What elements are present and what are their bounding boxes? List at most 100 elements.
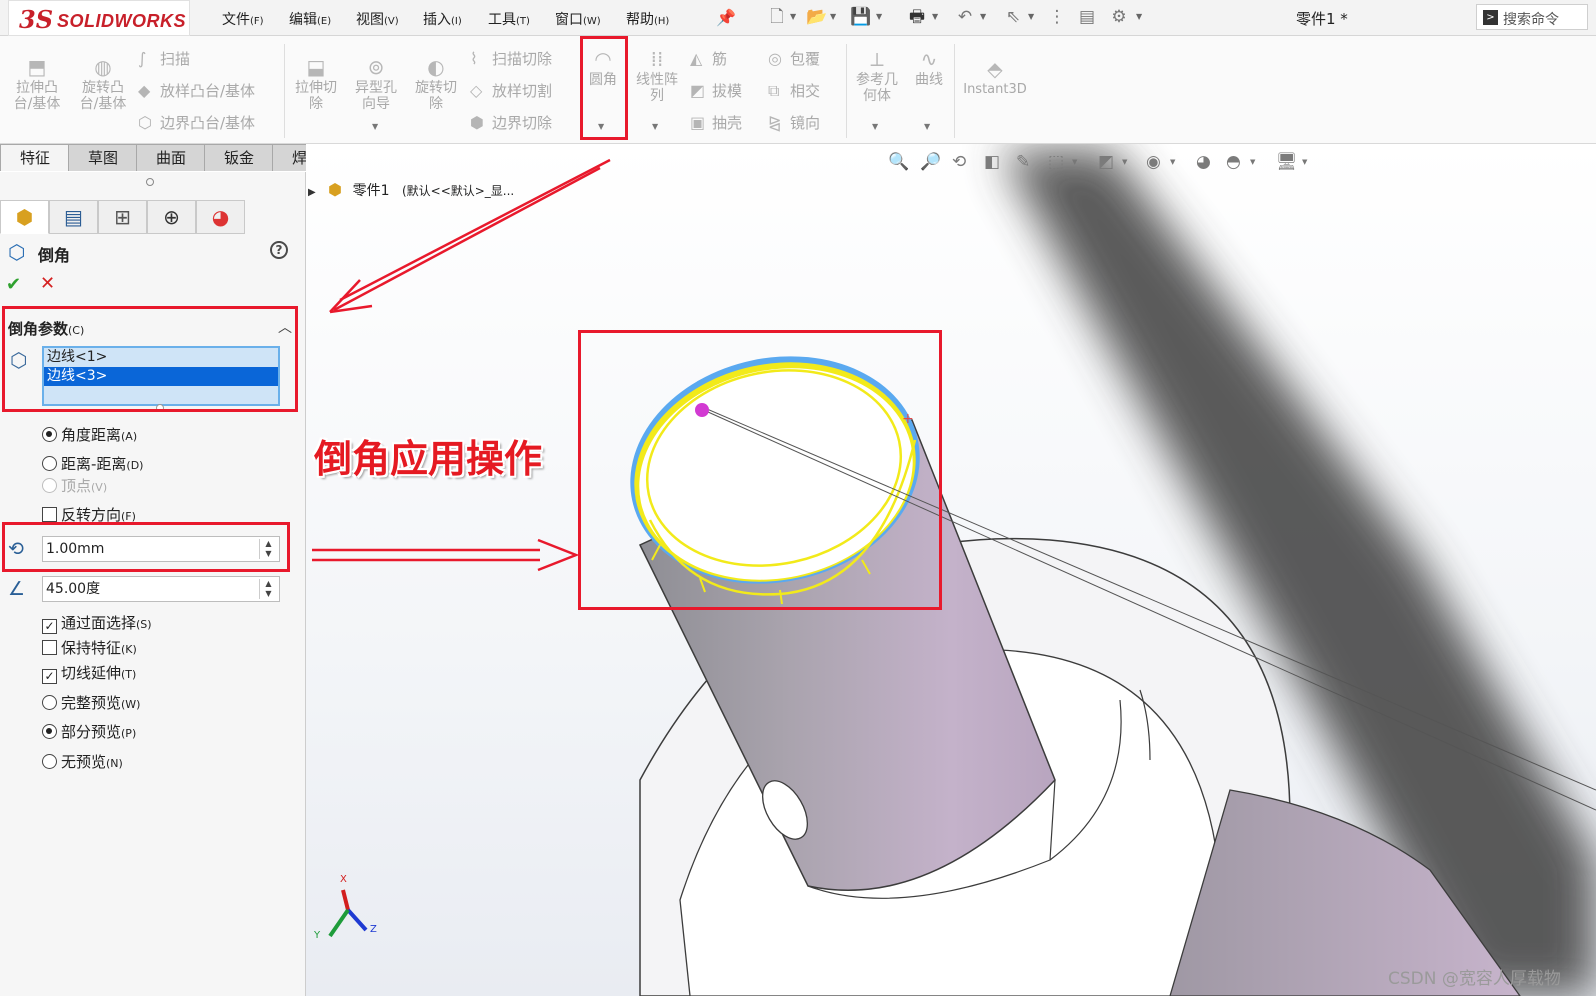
- angle-input[interactable]: 45.00度 ▲ ▼: [42, 576, 280, 602]
- select-pointer-icon[interactable]: ⇖: [1002, 6, 1024, 28]
- angle-spinner[interactable]: ▲ ▼: [259, 579, 277, 599]
- chevron-down-icon[interactable]: ▼: [790, 12, 796, 21]
- distance-spinner[interactable]: ▲ ▼: [259, 539, 277, 559]
- mirror-button[interactable]: ⧎ 镜向: [768, 112, 820, 133]
- edge-selection-list[interactable]: 边线<1> 边线<3>: [42, 346, 280, 406]
- distance-distance-option[interactable]: 距离-距离(D): [42, 453, 143, 474]
- menu-help[interactable]: 帮助(H): [626, 9, 669, 29]
- gear-icon[interactable]: ⚙: [1108, 6, 1130, 28]
- cancel-x-button[interactable]: ✕: [40, 273, 55, 294]
- edit-appearance-icon[interactable]: ◕: [1196, 152, 1211, 172]
- save-icon[interactable]: 💾: [850, 6, 872, 28]
- chevron-down-icon[interactable]: ▼: [1302, 158, 1307, 166]
- pin-icon[interactable]: 📌: [716, 8, 736, 27]
- chevron-down-icon[interactable]: ▼: [876, 12, 882, 21]
- print-icon[interactable]: 🖶: [906, 6, 928, 28]
- revolve-boss-button[interactable]: ◍ 旋转凸台/基体: [74, 56, 132, 112]
- no-preview-option[interactable]: 无预览(N): [42, 751, 123, 772]
- chevron-down-icon[interactable]: ▼: [1170, 158, 1175, 166]
- sweep-button[interactable]: ∫ 扫描: [138, 48, 190, 69]
- extrude-cut-button[interactable]: ⬓ 拉伸切除: [290, 56, 342, 112]
- selection-item-selected[interactable]: 边线<3>: [44, 367, 278, 386]
- menu-edit[interactable]: 编辑(E): [289, 9, 331, 29]
- boundary-cut-button[interactable]: ⬢ 边界切除: [470, 112, 552, 133]
- hole-wizard-button[interactable]: ⊚ 异型孔向导: [350, 56, 402, 112]
- view-orientation-icon[interactable]: ⬚: [1048, 152, 1064, 172]
- partial-preview-option[interactable]: 部分预览(P): [42, 721, 136, 742]
- draft-button[interactable]: ◩ 拔模: [690, 80, 742, 101]
- chevron-up-icon[interactable]: ︿: [278, 317, 292, 337]
- file-properties-icon[interactable]: ▤: [1076, 6, 1098, 28]
- chevron-down-icon[interactable]: ▼: [830, 12, 836, 21]
- menu-tools[interactable]: 工具(T): [488, 9, 530, 29]
- keep-features-checkbox[interactable]: 保持特征(K): [42, 637, 137, 658]
- tab-property-manager[interactable]: ▤: [49, 200, 98, 234]
- tab-feature-manager[interactable]: ⬢: [0, 200, 49, 234]
- ok-check-button[interactable]: ✔: [6, 274, 21, 295]
- hide-show-items-icon[interactable]: ◉: [1146, 152, 1161, 172]
- distance-input[interactable]: 1.00mm ▲ ▼: [42, 536, 280, 562]
- tab-configuration-manager[interactable]: ⊞: [98, 200, 147, 234]
- chamfer-parameters-header[interactable]: 倒角参数(C): [8, 318, 84, 339]
- apply-scene-icon[interactable]: ◓: [1226, 152, 1241, 172]
- fillet-dropdown-icon[interactable]: ▼: [598, 122, 604, 131]
- open-folder-icon[interactable]: 📂: [806, 6, 828, 28]
- boundary-boss-button[interactable]: ⬡ 边界凸台/基体: [138, 112, 255, 133]
- shell-button[interactable]: ▣ 抽壳: [690, 112, 742, 133]
- radio-checked[interactable]: [42, 724, 57, 739]
- linear-pattern-button[interactable]: ⁞⁞ 线性阵列: [632, 48, 682, 104]
- zoom-to-fit-icon[interactable]: 🔍: [888, 152, 909, 172]
- chamfer-handle[interactable]: [695, 403, 709, 417]
- angle-distance-option[interactable]: 角度距离(A): [42, 424, 137, 445]
- display-style-icon[interactable]: ◩: [1098, 152, 1114, 172]
- menu-window[interactable]: 窗口(W): [555, 9, 601, 29]
- tab-dimxpert[interactable]: ⊕: [147, 200, 196, 234]
- chevron-down-icon[interactable]: ▼: [372, 122, 378, 131]
- revolve-cut-button[interactable]: ◐ 旋转切除: [410, 56, 462, 112]
- chevron-down-icon[interactable]: ▼: [872, 122, 878, 131]
- tab-surfaces[interactable]: 曲面: [136, 144, 206, 171]
- help-icon[interactable]: ?: [270, 241, 288, 259]
- checkbox-unchecked[interactable]: [42, 640, 57, 655]
- tangent-propagation-checkbox[interactable]: ✓ 切线延伸(T): [42, 662, 136, 684]
- undo-icon[interactable]: ↶: [954, 6, 976, 28]
- checkbox-unchecked[interactable]: [42, 507, 57, 522]
- radio-checked[interactable]: [42, 427, 57, 442]
- menu-insert[interactable]: 插入(I): [423, 9, 462, 29]
- tab-sheet-metal[interactable]: 钣金: [204, 144, 274, 171]
- new-doc-icon[interactable]: 🗋: [766, 6, 788, 28]
- search-commands-field[interactable]: > 搜索命令: [1476, 4, 1588, 30]
- chevron-down-icon[interactable]: ▼: [1122, 158, 1127, 166]
- tab-features[interactable]: 特征: [0, 144, 70, 171]
- chevron-down-icon[interactable]: ▼: [1028, 12, 1034, 21]
- view-settings-icon[interactable]: 🖥: [1276, 152, 1298, 172]
- chevron-down-icon[interactable]: ▼: [1072, 158, 1077, 166]
- menu-file[interactable]: 文件(F): [222, 9, 264, 29]
- panel-resize-handle[interactable]: [146, 178, 154, 186]
- list-resize-handle[interactable]: [156, 404, 164, 412]
- menu-view[interactable]: 视图(V): [356, 9, 399, 29]
- rib-button[interactable]: ◭ 筋: [690, 48, 727, 69]
- feature-tree-flyout[interactable]: ▶ ⬢ 零件1 (默认<<默认>_显...: [308, 180, 514, 200]
- select-through-faces-checkbox[interactable]: ✓ 通过面选择(S): [42, 612, 152, 634]
- chevron-down-icon[interactable]: ▼: [1250, 158, 1255, 166]
- tab-display-manager[interactable]: ◕: [196, 200, 245, 234]
- sweep-cut-button[interactable]: ⌇ 扫描切除: [470, 48, 552, 69]
- fillet-button[interactable]: ◠ 圆角: [584, 48, 622, 88]
- tab-sketch[interactable]: 草图: [68, 144, 138, 171]
- intersect-button[interactable]: ⧉ 相交: [768, 80, 820, 101]
- extrude-boss-button[interactable]: ⬒ 拉伸凸台/基体: [8, 56, 66, 112]
- graphics-viewport[interactable]: + X Z Y: [306, 144, 1596, 996]
- section-view-icon[interactable]: ◧: [984, 152, 1000, 172]
- loft-cut-button[interactable]: ◇ 放样切割: [470, 80, 552, 101]
- checkbox-checked[interactable]: ✓: [42, 669, 57, 684]
- wrap-button[interactable]: ◎ 包覆: [768, 48, 820, 69]
- chevron-down-icon[interactable]: ▼: [980, 12, 986, 21]
- chevron-down-icon[interactable]: ▼: [652, 122, 658, 131]
- radio-unchecked[interactable]: [42, 456, 57, 471]
- chevron-down-icon[interactable]: ▼: [1136, 12, 1142, 21]
- zoom-to-area-icon[interactable]: 🔎: [920, 152, 941, 172]
- reverse-direction-checkbox[interactable]: 反转方向(F): [42, 504, 136, 525]
- reference-geometry-button[interactable]: ⟂ 参考几何体: [852, 48, 902, 104]
- previous-view-icon[interactable]: ⟲: [952, 152, 966, 172]
